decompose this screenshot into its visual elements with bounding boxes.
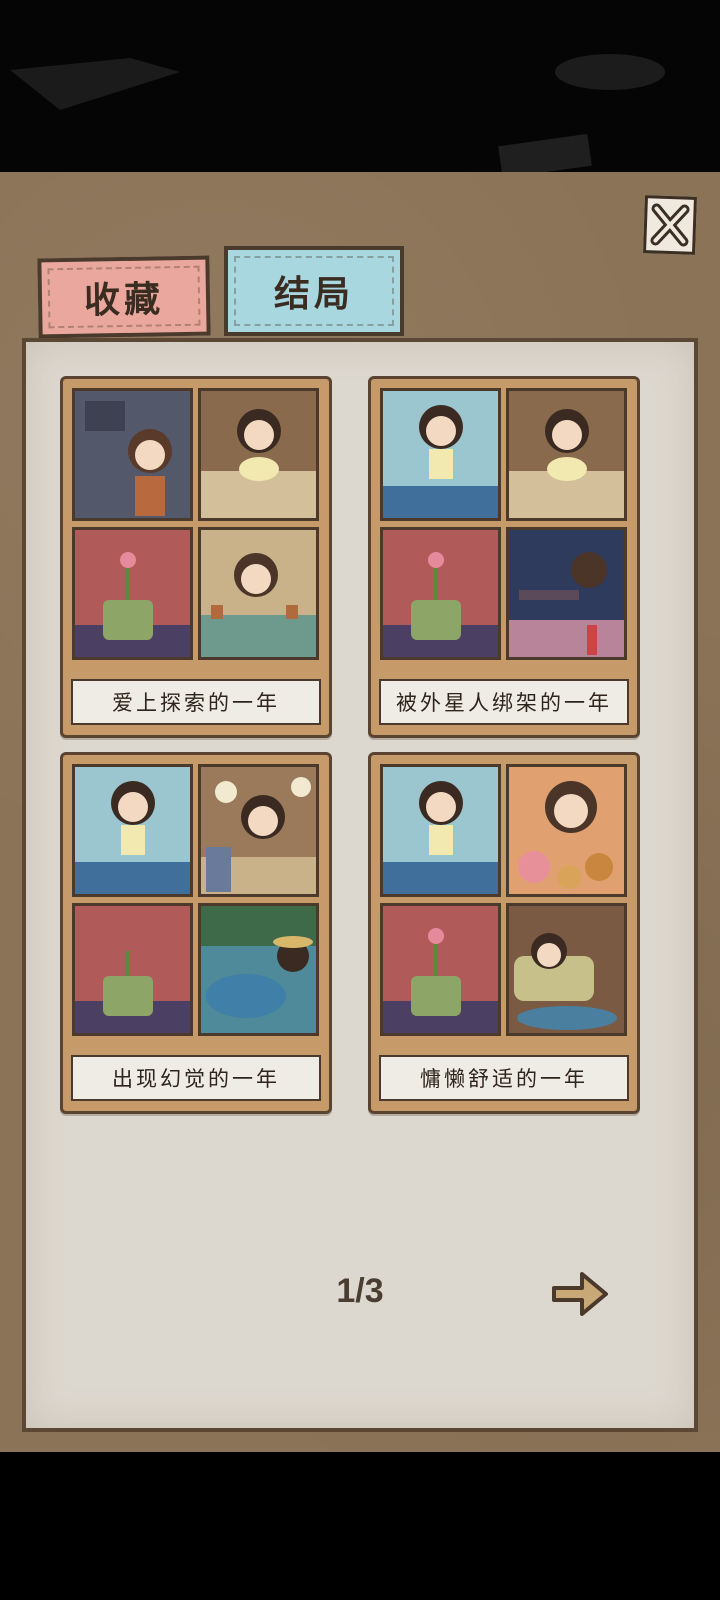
close-button[interactable] bbox=[643, 195, 697, 255]
ending-illustration bbox=[198, 388, 319, 521]
background-scene-top bbox=[0, 0, 720, 172]
ending-illustration bbox=[380, 527, 501, 660]
tab-endings[interactable]: 结局 bbox=[224, 246, 404, 336]
ending-card[interactable]: 慵懒舒适的一年 bbox=[368, 752, 640, 1114]
bottom-bar-area bbox=[0, 1452, 720, 1600]
ending-illustration bbox=[506, 388, 627, 521]
tab-endings-label: 结局 bbox=[273, 274, 354, 315]
ending-illustration bbox=[198, 764, 319, 897]
next-page-button[interactable] bbox=[548, 1262, 612, 1326]
ending-illustration bbox=[380, 388, 501, 521]
ending-illustration bbox=[380, 903, 501, 1036]
tab-favorites-label: 收藏 bbox=[83, 279, 165, 322]
ending-illustration bbox=[380, 764, 501, 897]
tab-favorites[interactable]: 收藏 bbox=[37, 255, 211, 339]
ending-card[interactable]: 出现幻觉的一年 bbox=[60, 752, 332, 1114]
ending-illustration bbox=[506, 903, 627, 1036]
ending-card[interactable]: 爱上探索的一年 bbox=[60, 376, 332, 738]
ending-illustration bbox=[506, 527, 627, 660]
ending-illustration bbox=[72, 527, 193, 660]
ending-illustration bbox=[198, 903, 319, 1036]
page-indicator: 1/3 bbox=[336, 1272, 384, 1310]
ending-illustration bbox=[72, 388, 193, 521]
ending-card[interactable]: 被外星人绑架的一年 bbox=[368, 376, 640, 738]
ending-title: 被外星人绑架的一年 bbox=[379, 679, 629, 725]
ending-illustration bbox=[72, 764, 193, 897]
arrow-right-icon bbox=[552, 1272, 608, 1316]
ending-title: 爱上探索的一年 bbox=[71, 679, 321, 725]
ending-illustration bbox=[72, 903, 193, 1036]
close-x-icon bbox=[650, 203, 690, 247]
ending-title: 慵懒舒适的一年 bbox=[379, 1055, 629, 1101]
ending-title: 出现幻觉的一年 bbox=[71, 1055, 321, 1101]
ending-illustration bbox=[198, 527, 319, 660]
ending-illustration bbox=[506, 764, 627, 897]
